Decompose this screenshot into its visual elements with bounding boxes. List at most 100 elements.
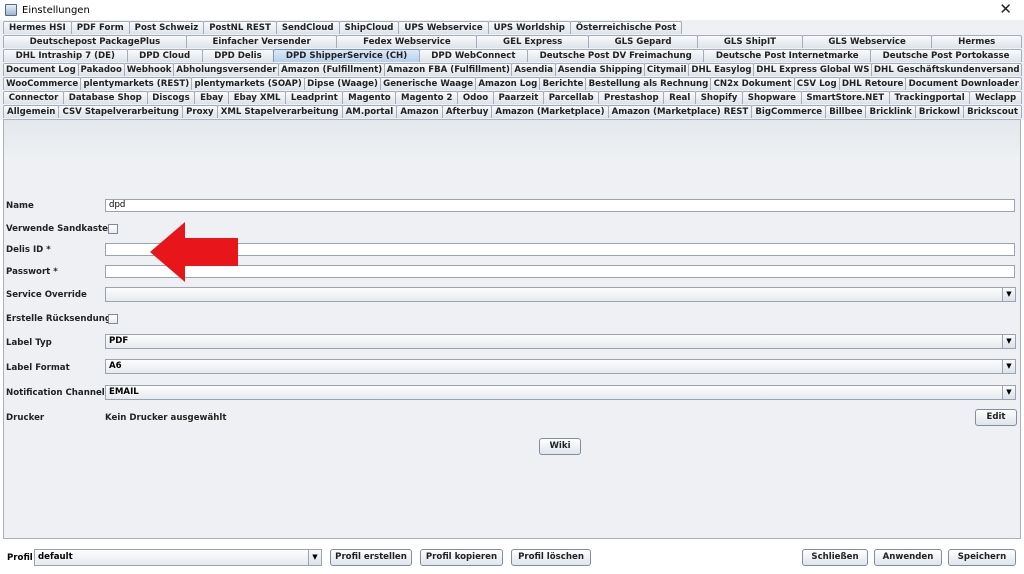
tab-generische-waage[interactable]: Generische Waage bbox=[380, 77, 477, 90]
tab-bigcommerce[interactable]: BigCommerce bbox=[751, 105, 827, 118]
tab-pakadoo[interactable]: Pakadoo bbox=[77, 63, 125, 76]
delete-profile-button[interactable]: Profil löschen bbox=[511, 549, 591, 566]
tab-amazon-fulfillment[interactable]: Amazon (Fulfillment) bbox=[278, 63, 385, 76]
tab-asendia[interactable]: Asendia bbox=[511, 63, 556, 76]
apply-button[interactable]: Anwenden bbox=[874, 549, 942, 566]
tab-discogs[interactable]: Discogs bbox=[146, 91, 196, 104]
tab-dhl-express-global-ws[interactable]: DHL Express Global WS bbox=[753, 63, 872, 76]
tab-fedex-webservice[interactable]: Fedex Webservice bbox=[336, 35, 478, 48]
return-checkbox[interactable] bbox=[108, 314, 118, 324]
delis-id-input[interactable] bbox=[105, 243, 1015, 256]
tab-amazon-marketplace-rest[interactable]: Amazon (Marketplace) REST bbox=[607, 105, 753, 118]
tab-post-schweiz[interactable]: Post Schweiz bbox=[128, 21, 205, 34]
tab-dpd-shipperservice-ch[interactable]: DPD ShipperService (CH) bbox=[273, 49, 420, 62]
wiki-button[interactable]: Wiki bbox=[539, 438, 581, 455]
tab-bestellung-als-rechnung[interactable]: Bestellung als Rechnung bbox=[585, 77, 712, 90]
tab-asendia-shipping[interactable]: Asendia Shipping bbox=[554, 63, 645, 76]
tab-einfacher-versender[interactable]: Einfacher Versender bbox=[185, 35, 338, 48]
tab-dipse-waage[interactable]: Dipse (Waage) bbox=[303, 77, 382, 90]
sandbox-checkbox[interactable] bbox=[108, 224, 118, 234]
tab-shopware[interactable]: Shopware bbox=[742, 91, 802, 104]
close-icon[interactable]: ✕ bbox=[999, 1, 1012, 18]
chevron-down-icon[interactable]: ▼ bbox=[308, 550, 321, 565]
tab-prestashop[interactable]: Prestashop bbox=[598, 91, 665, 104]
tab-ups-webservice[interactable]: UPS Webservice bbox=[398, 21, 489, 34]
service-override-select[interactable]: ▼ bbox=[105, 287, 1016, 302]
tab-amazon-fba-fulfillment[interactable]: Amazon FBA (Fulfillment) bbox=[383, 63, 513, 76]
tab-pdf-form[interactable]: PDF Form bbox=[70, 21, 130, 34]
tab-plentymarkets-soap[interactable]: plentymarkets (SOAP) bbox=[191, 77, 305, 90]
chevron-down-icon[interactable]: ▼ bbox=[1002, 335, 1015, 348]
label-type-select[interactable]: PDF ▼ bbox=[105, 334, 1016, 349]
tab-gls-gepard[interactable]: GLS Gepard bbox=[587, 35, 699, 48]
tab-am-portal[interactable]: AM.portal bbox=[341, 105, 398, 118]
tab-deutsche-post-dv-freimachung[interactable]: Deutsche Post DV Freimachung bbox=[527, 49, 705, 62]
tab-abholungsversender[interactable]: Abholungsversender bbox=[173, 63, 280, 76]
chevron-down-icon[interactable]: ▼ bbox=[1002, 288, 1015, 301]
tab-paarzeit[interactable]: Paarzeit bbox=[492, 91, 545, 104]
tab-dpd-webconnect[interactable]: DPD WebConnect bbox=[418, 49, 529, 62]
tab-sendcloud[interactable]: SendCloud bbox=[275, 21, 340, 34]
tab-brickowl[interactable]: Brickowl bbox=[914, 105, 965, 118]
tab-webhook[interactable]: Webhook bbox=[123, 63, 175, 76]
tab-gls-webservice[interactable]: GLS Webservice bbox=[801, 35, 933, 48]
tab-österreichische-post[interactable]: Österreichische Post bbox=[569, 21, 683, 34]
chevron-down-icon[interactable]: ▼ bbox=[1002, 386, 1015, 399]
tab-dpd-delis[interactable]: DPD Delis bbox=[201, 49, 275, 62]
tab-dpd-cloud[interactable]: DPD Cloud bbox=[126, 49, 203, 62]
tab-citymail[interactable]: Citymail bbox=[643, 63, 690, 76]
tab-csv-log[interactable]: CSV Log bbox=[793, 77, 840, 90]
tab-smartstore-net[interactable]: SmartStore.NET bbox=[800, 91, 890, 104]
tab-document-downloader[interactable]: Document Downloader bbox=[905, 77, 1022, 90]
tab-dhl-intraship-7-de[interactable]: DHL Intraship 7 (DE) bbox=[3, 49, 128, 62]
tab-plentymarkets-rest[interactable]: plentymarkets (REST) bbox=[80, 77, 193, 90]
tab-database-shop[interactable]: Database Shop bbox=[63, 91, 148, 104]
tab-dhl-geschäftskundenversand[interactable]: DHL Geschäftskundenversand bbox=[870, 63, 1022, 76]
tab-odoo[interactable]: Odoo bbox=[457, 91, 494, 104]
edit-printer-button[interactable]: Edit bbox=[975, 409, 1017, 426]
tab-hermes[interactable]: Hermes bbox=[931, 35, 1022, 48]
tab-shopify[interactable]: Shopify bbox=[695, 91, 744, 104]
tab-shipcloud[interactable]: ShipCloud bbox=[338, 21, 400, 34]
tab-magento-2[interactable]: Magento 2 bbox=[395, 91, 459, 104]
tab-trackingportal[interactable]: Trackingportal bbox=[888, 91, 971, 104]
tab-ebay[interactable]: Ebay bbox=[194, 91, 229, 104]
tab-csv-stapelverarbeitung[interactable]: CSV Stapelverarbeitung bbox=[58, 105, 184, 118]
tab-berichte[interactable]: Berichte bbox=[539, 77, 587, 90]
tab-deutsche-post-internetmarke[interactable]: Deutsche Post Internetmarke bbox=[703, 49, 872, 62]
tab-amazon[interactable]: Amazon bbox=[396, 105, 443, 118]
create-profile-button[interactable]: Profil erstellen bbox=[330, 549, 412, 566]
tab-parcellab[interactable]: Parcellab bbox=[543, 91, 600, 104]
tab-weclapp[interactable]: Weclapp bbox=[969, 91, 1022, 104]
tab-deutschepost-packageplus[interactable]: Deutschepost PackagePlus bbox=[3, 35, 187, 48]
tab-gls-shipit[interactable]: GLS ShipIT bbox=[697, 35, 803, 48]
tab-brickscout[interactable]: Brickscout bbox=[963, 105, 1023, 118]
name-input[interactable]: dpd bbox=[105, 199, 1015, 212]
close-button[interactable]: Schließen bbox=[802, 549, 868, 566]
tab-document-log[interactable]: Document Log bbox=[3, 63, 79, 76]
password-input[interactable] bbox=[105, 265, 1015, 278]
tab-allgemein[interactable]: Allgemein bbox=[3, 105, 60, 118]
tab-proxy[interactable]: Proxy bbox=[182, 105, 218, 118]
save-button[interactable]: Speichern bbox=[948, 549, 1016, 566]
tab-ups-worldship[interactable]: UPS Worldship bbox=[487, 21, 571, 34]
tab-ebay-xml[interactable]: Ebay XML bbox=[227, 91, 287, 104]
label-format-select[interactable]: A6 ▼ bbox=[105, 359, 1016, 374]
tab-dhl-easylog[interactable]: DHL Easylog bbox=[688, 63, 755, 76]
tab-billbee[interactable]: Billbee bbox=[825, 105, 867, 118]
tab-postnl-rest[interactable]: PostNL REST bbox=[203, 21, 277, 34]
notification-channel-select[interactable]: EMAIL ▼ bbox=[105, 385, 1016, 400]
tab-connector[interactable]: Connector bbox=[3, 91, 65, 104]
tab-woocommerce[interactable]: WooCommerce bbox=[3, 77, 82, 90]
profile-select[interactable]: default ▼ bbox=[34, 549, 322, 566]
tab-cn2x-dokument[interactable]: CN2x Dokument bbox=[710, 77, 795, 90]
tab-amazon-marketplace[interactable]: Amazon (Marketplace) bbox=[491, 105, 609, 118]
tab-leadprint[interactable]: Leadprint bbox=[285, 91, 344, 104]
tab-amazon-log[interactable]: Amazon Log bbox=[475, 77, 541, 90]
tab-gel-express[interactable]: GEL Express bbox=[476, 35, 589, 48]
tab-hermes-hsi[interactable]: Hermes HSI bbox=[3, 21, 72, 34]
tab-magento[interactable]: Magento bbox=[342, 91, 397, 104]
tab-dhl-retoure[interactable]: DHL Retoure bbox=[838, 77, 907, 90]
copy-profile-button[interactable]: Profil kopieren bbox=[420, 549, 503, 566]
tab-xml-stapelverarbeitung[interactable]: XML Stapelverarbeitung bbox=[216, 105, 343, 118]
